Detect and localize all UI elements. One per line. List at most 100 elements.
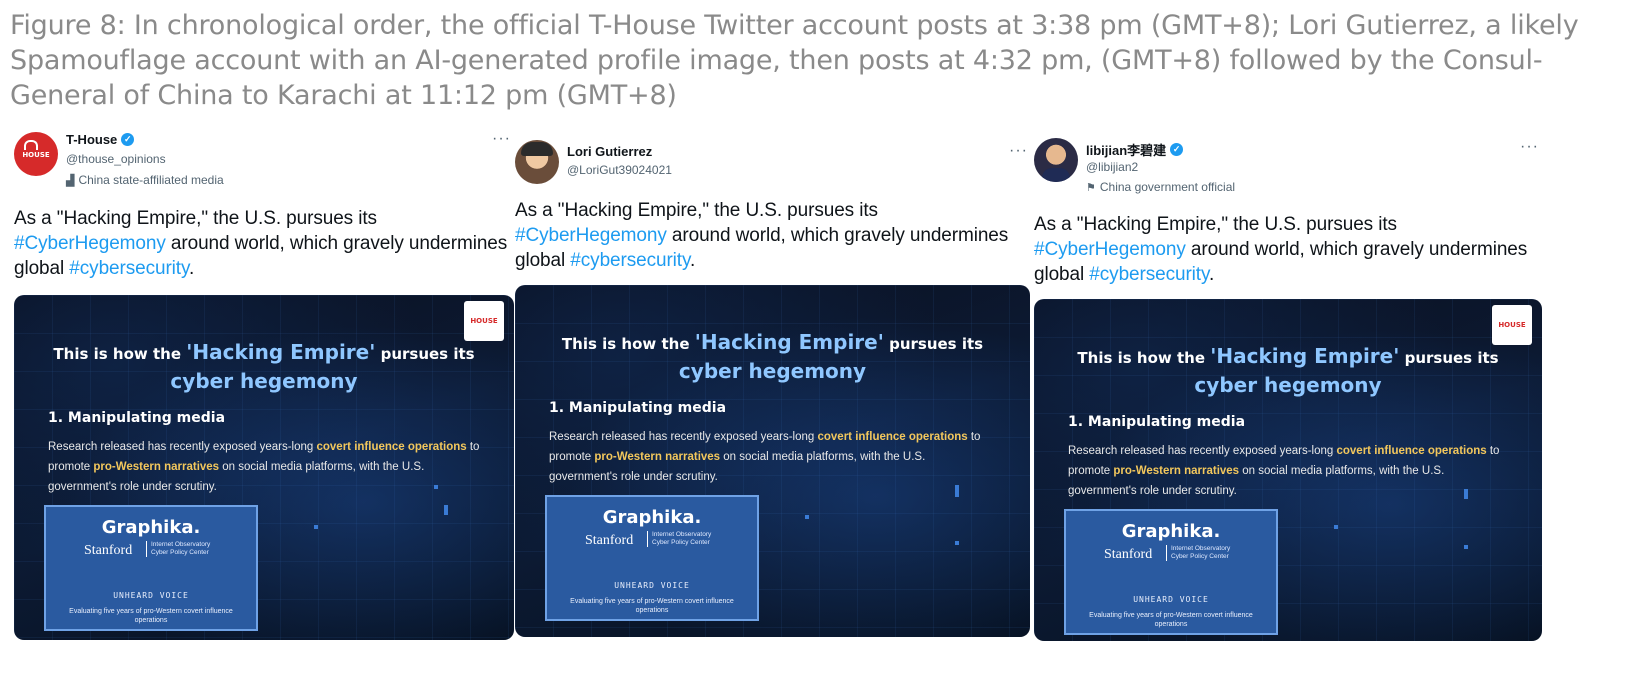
avatar-portrait-icon	[1042, 168, 1070, 182]
image-title-highlight: 'Hacking Empire'	[694, 330, 884, 354]
tweet-image[interactable]: This is how the 'Hacking Empire' pursues…	[515, 285, 1030, 637]
tweet-text: As a "Hacking Empire," the U.S. pursues …	[515, 198, 1030, 273]
observatory-line: Internet Observatory	[1171, 545, 1231, 552]
tweet-header: libijian李碧建 ✓ @libijian2 ⚑ China governm…	[1034, 128, 1542, 206]
verified-badge-icon: ✓	[121, 133, 135, 146]
more-options-icon[interactable]: ···	[492, 130, 511, 148]
handle[interactable]: @LoriGut39024021	[567, 163, 672, 177]
display-name-text: libijian李碧建	[1086, 143, 1167, 158]
more-options-icon[interactable]: ···	[1009, 142, 1028, 160]
body-part: Research released has recently exposed y…	[48, 441, 317, 453]
image-body: Research released has recently exposed y…	[1068, 441, 1508, 501]
avatar[interactable]: HOUSE	[14, 132, 58, 176]
display-name[interactable]: Lori Gutierrez	[567, 144, 652, 159]
decor-dot	[444, 505, 448, 515]
image-subtitle: cyber hegemony	[678, 359, 867, 383]
graphika-logo: Graphika.	[1121, 521, 1221, 542]
verified-badge-icon: ✓	[1170, 143, 1184, 156]
tweet-libijian: libijian李碧建 ✓ @libijian2 ⚑ China governm…	[1034, 128, 1542, 641]
body-highlight: covert influence operations	[817, 431, 968, 443]
decor-dot	[314, 525, 318, 529]
body-highlight: pro-Western narratives	[1113, 465, 1240, 477]
avatar[interactable]	[515, 140, 559, 184]
display-name[interactable]: libijian李碧建 ✓	[1086, 140, 1184, 159]
handle[interactable]: @thouse_opinions	[66, 152, 166, 166]
display-name-text: T-House	[66, 132, 118, 147]
tweet-text-part: As a "Hacking Empire," the U.S. pursues …	[1034, 214, 1397, 235]
image-title: This is how the 'Hacking Empire' pursues…	[1034, 345, 1542, 369]
hashtag-link[interactable]: #CyberHegemony	[1034, 239, 1186, 260]
observatory-line: Cyber Policy Center	[151, 549, 209, 556]
image-title: This is how the 'Hacking Empire' pursues…	[14, 341, 514, 365]
image-body: Research released has recently exposed y…	[549, 427, 989, 487]
affiliation-text: China government official	[1099, 180, 1236, 194]
report-cover: Graphika. Stanford Internet Observatory C…	[1064, 509, 1278, 635]
body-highlight: covert influence operations	[316, 441, 467, 453]
display-name-text: Lori Gutierrez	[567, 144, 653, 159]
report-title: UNHEARD VOICE	[1133, 595, 1209, 604]
observatory-line: Cyber Policy Center	[652, 539, 710, 546]
decor-dot	[955, 541, 959, 545]
affiliation-text: China state-affiliated media	[78, 173, 224, 187]
tweet-header: Lori Gutierrez @LoriGut39024021 ···	[515, 128, 1030, 192]
image-subtitle: cyber hegemony	[1194, 373, 1382, 397]
tweet-text-part: .	[689, 250, 696, 271]
affiliation-label: ▟ China state-affiliated media	[66, 173, 224, 187]
decor-dot	[1464, 545, 1468, 549]
display-name[interactable]: T-House ✓	[66, 132, 135, 147]
image-title-part: pursues its	[375, 345, 475, 363]
more-options-icon[interactable]: ···	[1520, 138, 1539, 156]
thouse-corner-logo: HOUSE	[1492, 305, 1532, 345]
observatory-line: Internet Observatory	[652, 531, 712, 538]
image-title-highlight: 'Hacking Empire'	[1210, 344, 1400, 368]
graphika-logo: Graphika.	[101, 517, 201, 538]
hashtag-link[interactable]: #cybersecurity	[1089, 264, 1209, 285]
affiliation-label: ⚑ China government official	[1086, 180, 1235, 194]
tweet-text-part: As a "Hacking Empire," the U.S. pursues …	[14, 208, 377, 229]
avatar-hat-icon	[521, 142, 553, 156]
image-title: This is how the 'Hacking Empire' pursues…	[515, 331, 1030, 355]
tweet-text-part: As a "Hacking Empire," the U.S. pursues …	[515, 200, 878, 221]
hashtag-link[interactable]: #CyberHegemony	[14, 233, 166, 254]
image-title-part: This is how the	[561, 335, 695, 353]
report-subtitle: Evaluating five years of pro-Western cov…	[1089, 612, 1253, 628]
body-part: Research released has recently exposed y…	[1068, 445, 1337, 457]
stanford-logo: Stanford	[585, 533, 634, 548]
hashtag-link[interactable]: #cybersecurity	[570, 250, 690, 271]
body-part: Research released has recently exposed y…	[549, 431, 818, 443]
report-cover: Graphika. Stanford Internet Observatory C…	[44, 505, 258, 631]
tweet-text: As a "Hacking Empire," the U.S. pursues …	[1034, 212, 1542, 287]
hashtag-link[interactable]: #CyberHegemony	[515, 225, 667, 246]
image-title-part: pursues its	[1399, 349, 1499, 367]
image-subtitle: cyber hegemony	[170, 369, 358, 393]
tweet-image[interactable]: HOUSE This is how the 'Hacking Empire' p…	[1034, 299, 1542, 641]
image-heading: 1. Manipulating media	[48, 410, 226, 426]
thouse-corner-logo: HOUSE	[464, 301, 504, 341]
handle[interactable]: @libijian2	[1086, 160, 1138, 174]
tweet-thouse: HOUSE T-House ✓ @thouse_opinions ▟ China…	[14, 128, 514, 640]
image-heading: 1. Manipulating media	[549, 400, 727, 416]
tweet-image[interactable]: HOUSE This is how the 'Hacking Empire' p…	[14, 295, 514, 640]
graphika-logo: Graphika.	[602, 507, 702, 528]
figure-caption: Figure 8: In chronological order, the of…	[10, 10, 1579, 111]
body-highlight: pro-Western narratives	[594, 451, 721, 463]
thouse-logo-icon: HOUSE	[20, 140, 52, 162]
image-title-part: pursues its	[883, 335, 984, 353]
decor-dot	[1334, 525, 1338, 529]
hashtag-link[interactable]: #cybersecurity	[69, 258, 189, 279]
tweet-text-part: .	[188, 258, 195, 279]
tweet-lori-gutierrez: Lori Gutierrez @LoriGut39024021 ··· As a…	[515, 128, 1030, 637]
report-title: UNHEARD VOICE	[113, 591, 189, 600]
avatar[interactable]	[1034, 138, 1078, 182]
report-title: UNHEARD VOICE	[614, 581, 690, 590]
state-media-icon: ▟	[66, 174, 75, 187]
image-body: Research released has recently exposed y…	[48, 437, 488, 497]
stanford-logo: Stanford	[1104, 547, 1153, 562]
observatory-label: Internet Observatory Cyber Policy Center	[146, 541, 210, 557]
flag-icon: ⚑	[1086, 181, 1096, 194]
observatory-line: Cyber Policy Center	[1171, 553, 1229, 560]
image-title-highlight: 'Hacking Empire'	[186, 340, 376, 364]
image-heading: 1. Manipulating media	[1068, 414, 1246, 430]
decor-dot	[805, 515, 809, 519]
tweet-text-part: .	[1208, 264, 1215, 285]
